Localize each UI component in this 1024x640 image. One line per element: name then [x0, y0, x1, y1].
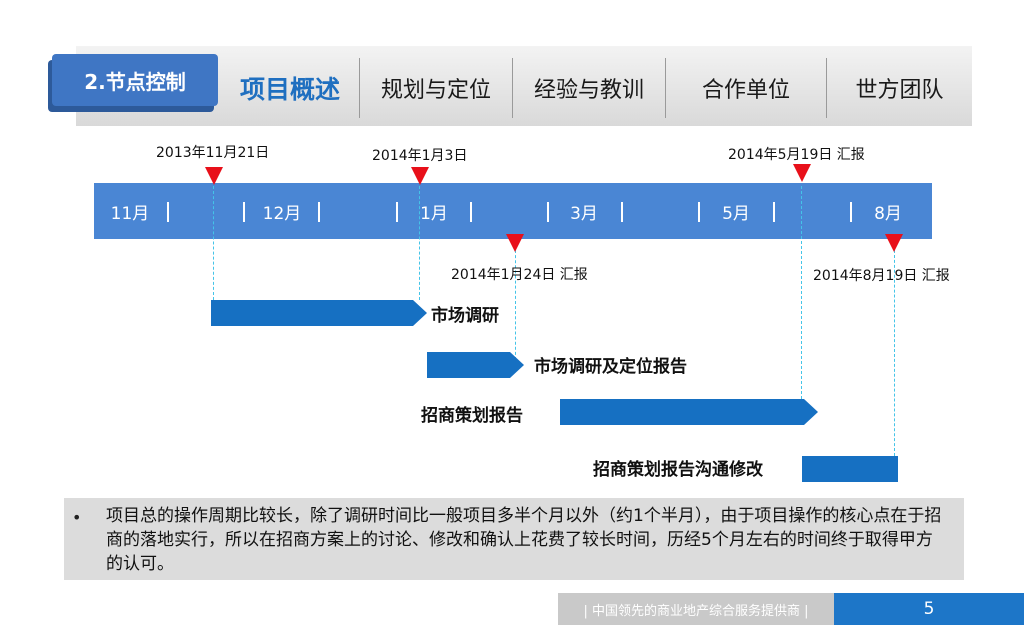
month-label: 12月: [262, 203, 302, 224]
month-label: 11月: [110, 203, 150, 224]
month-tick: [773, 202, 775, 222]
month-tick: [396, 202, 398, 222]
month-tick: [850, 202, 852, 222]
milestone-guide-line: [419, 186, 420, 300]
month-tick: [547, 202, 549, 222]
month-tick: [167, 202, 169, 222]
milestone-marker-icon: [793, 164, 811, 182]
bullet-point: •: [72, 508, 82, 527]
milestone-marker-icon: [205, 167, 223, 185]
nav-tab-project-overview[interactable]: 项目概述: [222, 58, 358, 118]
footer-slogan: | 中国领先的商业地产综合服务提供商 |: [558, 593, 834, 625]
page-number: 5: [834, 593, 1024, 625]
milestone-marker-icon: [885, 234, 903, 252]
milestone-date: 2014年5月19日 汇报: [728, 147, 865, 163]
month-tick: [318, 202, 320, 222]
month-label: 8月: [874, 203, 902, 224]
task-arrow: [211, 300, 427, 326]
nav-tab-planning-positioning[interactable]: 规划与定位: [360, 58, 512, 118]
nav-tab-partners[interactable]: 合作单位: [666, 58, 826, 118]
month-tick: [698, 202, 700, 222]
task-arrow: [427, 352, 524, 378]
task-bar: [802, 456, 898, 482]
task-arrow: [560, 399, 818, 425]
task-label: 招商策划报告: [421, 406, 523, 426]
nav-tab-team[interactable]: 世方团队: [827, 58, 972, 118]
timeline-bar: [94, 183, 932, 239]
milestone-date: 2014年8月19日 汇报: [813, 268, 950, 284]
milestone-guide-line: [213, 186, 214, 300]
month-tick: [470, 202, 472, 222]
month-tick: [243, 202, 245, 222]
month-label: 5月: [722, 203, 750, 224]
nav-tab-lessons[interactable]: 经验与教训: [513, 58, 665, 118]
milestone-date: 2014年1月24日 汇报: [451, 267, 588, 283]
month-tick: [621, 202, 623, 222]
milestone-marker-icon: [411, 167, 429, 185]
task-label: 市场调研: [431, 306, 499, 326]
month-label: 1月: [420, 203, 448, 224]
month-label: 3月: [570, 203, 598, 224]
milestone-guide-line: [801, 186, 802, 404]
section-tag: 2.节点控制: [52, 54, 218, 106]
summary-text: 项目总的操作周期比较长，除了调研时间比一般项目多半个月以外（约1个半月），由于项…: [106, 506, 942, 574]
task-label: 招商策划报告沟通修改: [593, 460, 763, 480]
milestone-date: 2013年11月21日: [156, 145, 270, 161]
milestone-marker-icon: [506, 234, 524, 252]
task-label: 市场调研及定位报告: [534, 357, 687, 377]
milestone-date: 2014年1月3日: [372, 148, 468, 164]
